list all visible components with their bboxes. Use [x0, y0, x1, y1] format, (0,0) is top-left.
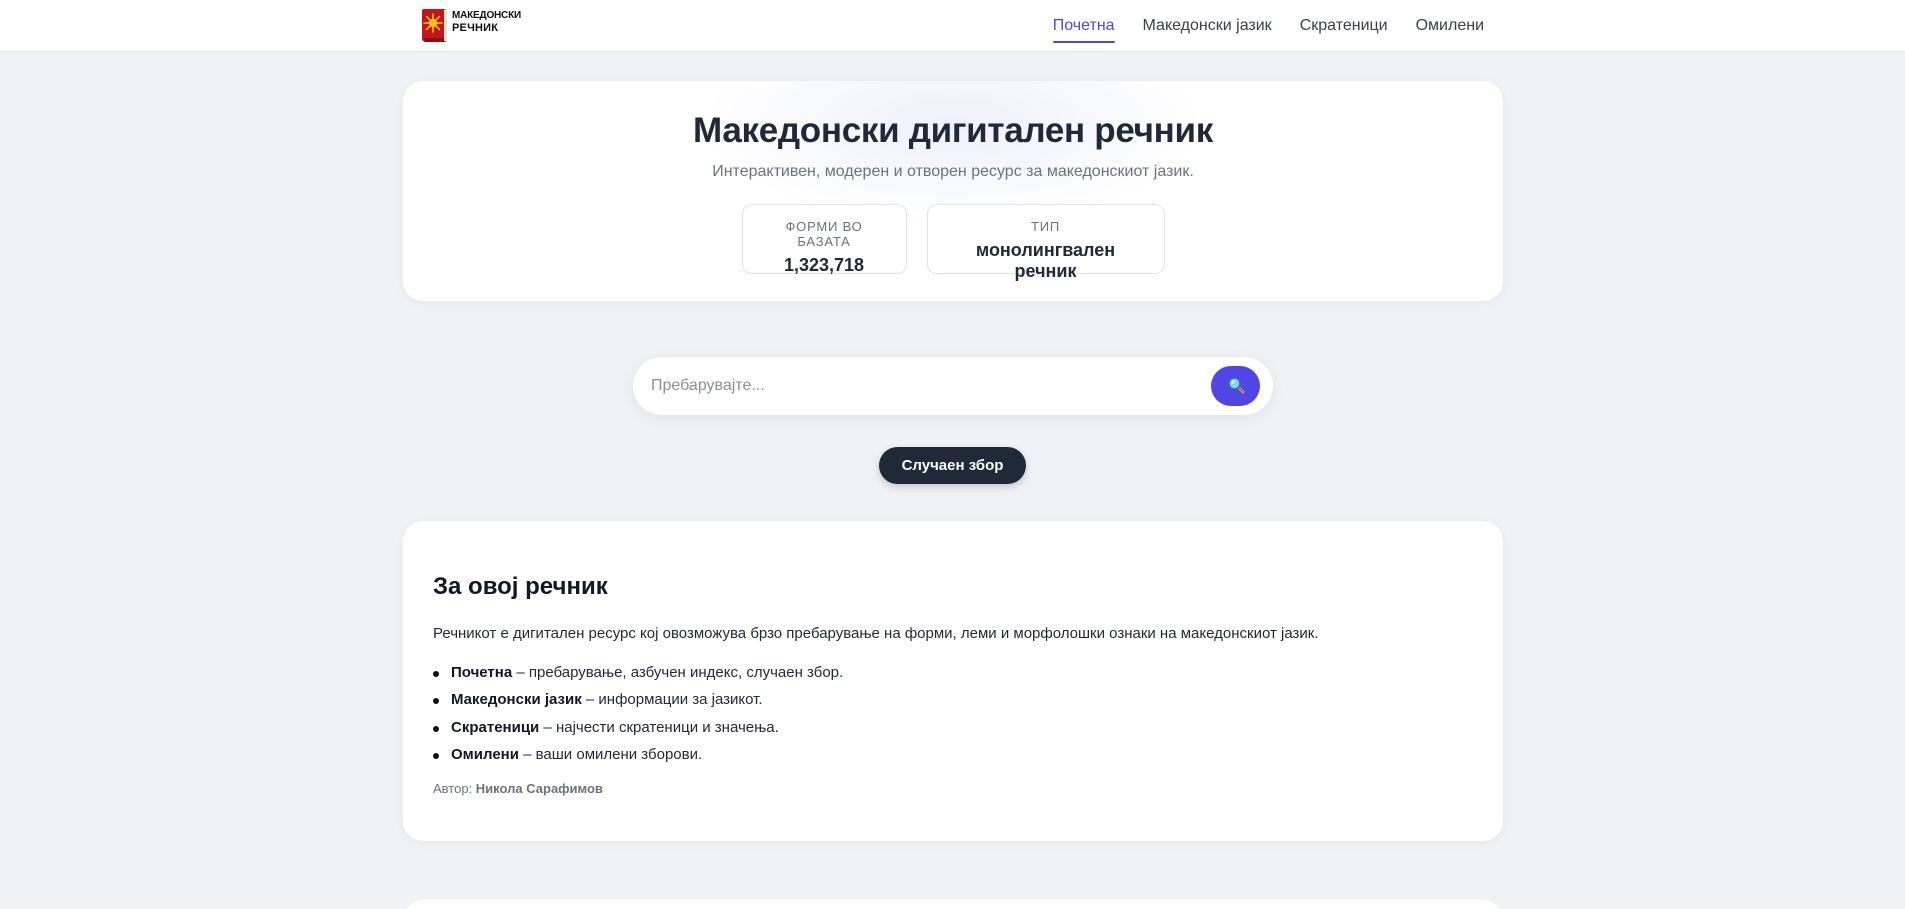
nav-macedonian-language[interactable]: Македонски јазик	[1143, 0, 1272, 52]
site-logo[interactable]: МАКЕДОНСКИ РЕЧНИК	[421, 6, 521, 44]
about-card: За овој речник Речникот е дигитален ресу…	[403, 521, 1503, 841]
next-card	[403, 900, 1503, 909]
logo-wordmark: МАКЕДОНСКИ РЕЧНИК	[452, 10, 521, 34]
stat-forms-label: Форми во базата	[785, 219, 863, 249]
list-item: Македонски јазик – информации за јазикот…	[433, 686, 843, 713]
list-item-text: – пребарување, азбучен индекс, случаен з…	[512, 664, 844, 681]
stat-forms: Форми во базата 1,323,718	[741, 204, 907, 275]
nav-home[interactable]: Почетна	[1052, 0, 1115, 52]
top-navbar: МАКЕДОНСКИ РЕЧНИК Почетна Македонски јаз…	[0, 0, 1905, 52]
list-item-text: – информации за јазикот.	[581, 691, 763, 709]
list-item-term: Почетна	[451, 664, 513, 681]
nav-abbreviations[interactable]: Скратеници	[1300, 0, 1388, 52]
about-list: Почетна – пребарување, азбучен индекс, с…	[433, 659, 843, 768]
main-nav: Почетна Македонски јазик Скратеници Омил…	[1052, 0, 1484, 52]
stats-row: Форми во базата 1,323,718 Тип монолингва…	[403, 204, 1503, 281]
author-name: Никола Сарафимов	[475, 781, 603, 796]
stat-type-value: монолингвален речник	[975, 240, 1116, 281]
list-item-term: Македонски јазик	[451, 691, 582, 709]
search-bar	[633, 357, 1273, 415]
stat-type: Тип монолингвален речник	[926, 204, 1165, 281]
page-title: Македонски дигитален речник	[693, 111, 1213, 150]
nav-favorites[interactable]: Омилени	[1416, 0, 1484, 52]
list-item: Скратеници – најчести скратеници и значе…	[433, 714, 843, 741]
list-item: Почетна – пребарување, азбучен индекс, с…	[433, 659, 843, 686]
page-subtitle: Интерактивен, модерен и отворен ресурс з…	[712, 163, 1194, 180]
author-label: Автор:	[433, 781, 473, 796]
logo-line-2: РЕЧНИК	[452, 22, 499, 34]
search-input[interactable]	[651, 357, 1211, 415]
author-line: Автор: Никола Сарафимов	[433, 781, 603, 796]
list-item-text: – ваши омилени зборови.	[518, 745, 703, 763]
random-word-button[interactable]: Случаен збор	[879, 447, 1026, 484]
search-icon	[1227, 376, 1245, 397]
about-title: За овој речник	[433, 573, 608, 600]
list-item-term: Омилени	[451, 745, 519, 763]
list-item-term: Скратеници	[451, 718, 540, 736]
list-item-text: – најчести скратеници и значења.	[539, 718, 779, 736]
list-item: Омилени – ваши омилени зборови.	[433, 741, 843, 768]
search-button[interactable]	[1211, 366, 1260, 406]
book-icon	[421, 8, 448, 42]
stat-type-label: Тип	[1030, 219, 1061, 234]
hero-card: Македонски дигитален речник Интерактивен…	[403, 81, 1503, 301]
about-description: Речникот е дигитален ресурс кој овозможу…	[433, 625, 1319, 642]
logo-line-1: МАКЕДОНСКИ	[452, 10, 521, 21]
stat-forms-value: 1,323,718	[783, 255, 865, 275]
